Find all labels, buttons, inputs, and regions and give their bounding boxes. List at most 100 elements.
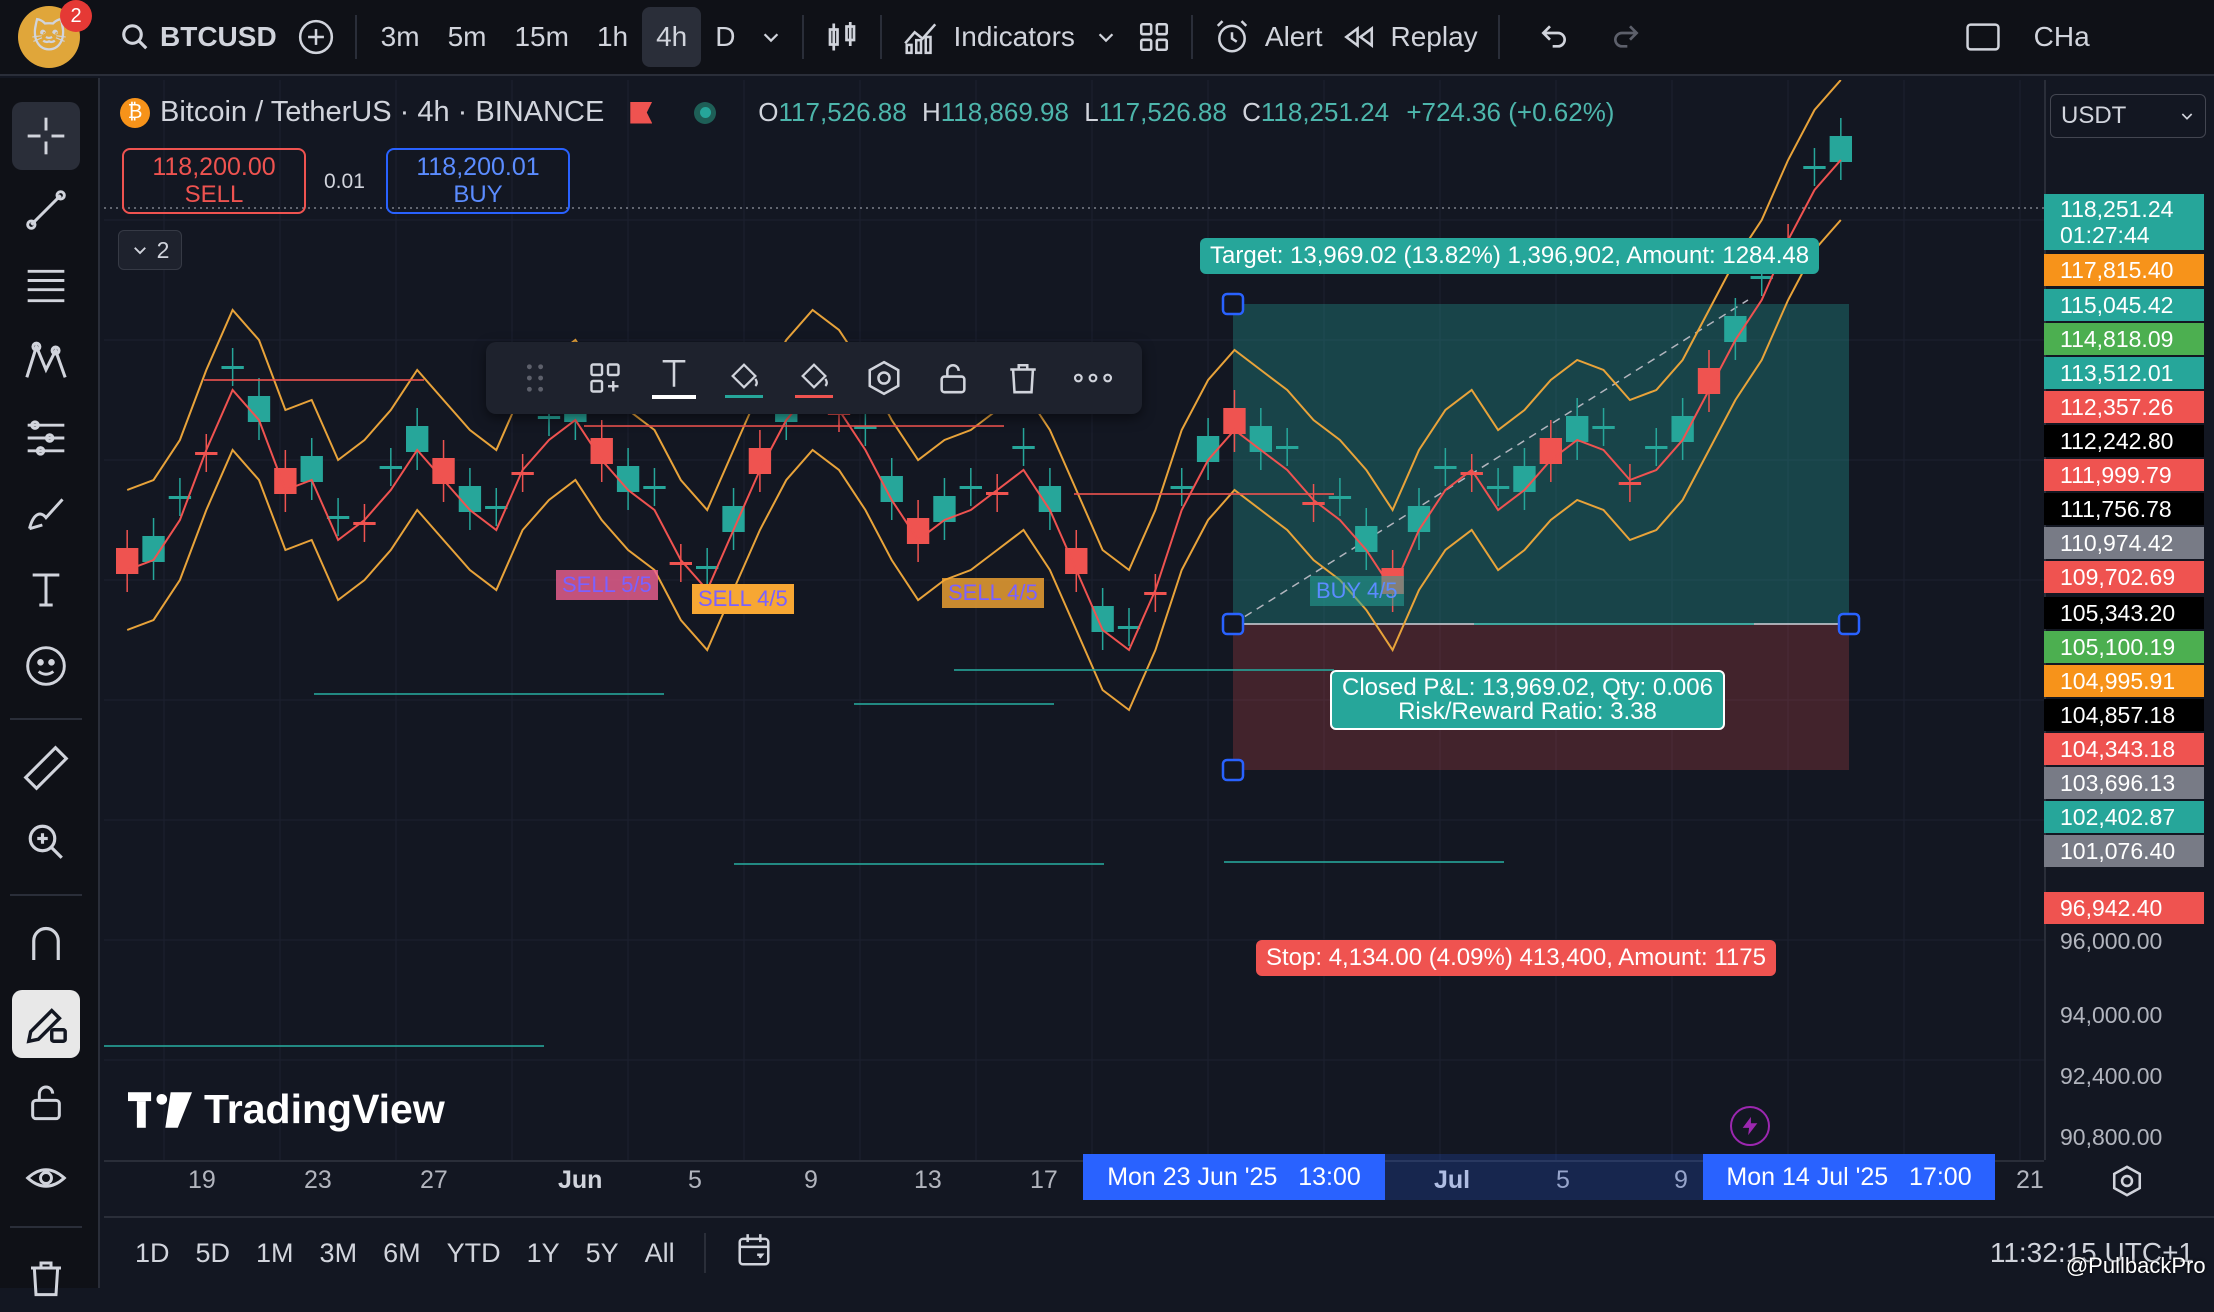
unlock-icon	[31, 1085, 61, 1121]
range-3m[interactable]: 3M	[307, 1238, 371, 1269]
closed-pnl-text: Closed P&L: 13,969.02, Qty: 0.006	[1342, 674, 1713, 701]
zoom-tool[interactable]	[12, 808, 80, 876]
more-options-button[interactable]	[1067, 352, 1119, 404]
tradingview-watermark[interactable]: TradingView	[128, 1086, 445, 1133]
replay-button[interactable]: Replay	[1332, 7, 1487, 67]
open-label: O	[758, 97, 779, 127]
price-axis-label: 109,702.69	[2044, 561, 2204, 593]
symbol-title[interactable]: Bitcoin / TetherUS · 4h · BINANCE	[160, 96, 604, 129]
axis-settings-button[interactable]	[2110, 1164, 2144, 1203]
timeframe-d[interactable]: D	[701, 7, 749, 67]
brush-tool[interactable]	[12, 480, 80, 548]
compare-symbol-button[interactable]	[287, 7, 345, 67]
crosshair-tool[interactable]	[12, 102, 80, 170]
time-tick: 17	[1030, 1166, 1058, 1194]
layout-button[interactable]	[1127, 7, 1181, 67]
buy-button[interactable]: 118,200.01 BUY	[386, 148, 570, 214]
user-avatar[interactable]: 🐱 2	[18, 0, 92, 68]
pattern-tool[interactable]	[12, 328, 80, 396]
timeframe-dropdown[interactable]	[750, 7, 792, 67]
magnet-tool[interactable]	[12, 912, 80, 980]
alert-label: Alert	[1264, 21, 1323, 52]
buy-label: BUY	[453, 181, 503, 208]
more-horizontal-icon	[1073, 373, 1113, 383]
candle-body	[511, 472, 534, 475]
trend-line-tool[interactable]	[12, 176, 80, 244]
settings-button[interactable]	[858, 352, 910, 404]
divider	[1497, 15, 1500, 59]
stay-in-drawing-mode-tool[interactable]	[12, 990, 80, 1058]
brush-icon	[28, 498, 64, 531]
candle-body	[1196, 436, 1220, 462]
clock[interactable]: 11:32:15 UTC+1 @PullbackPro	[1990, 1237, 2206, 1278]
lock-drawings-tool[interactable]	[12, 1068, 80, 1136]
range-1y[interactable]: 1Y	[514, 1238, 573, 1269]
candle-body	[1460, 472, 1483, 475]
fullscreen-button[interactable]	[1954, 7, 2012, 67]
zoom-in-icon	[28, 824, 63, 859]
stop-color-button[interactable]	[788, 352, 840, 404]
indicators-button[interactable]: Indicators	[892, 7, 1085, 67]
emoji-tool[interactable]	[12, 632, 80, 700]
fib-tool[interactable]	[12, 252, 80, 320]
candle-body	[326, 516, 350, 519]
timeframe-3m[interactable]: 3m	[367, 7, 434, 67]
indicators-dropdown[interactable]	[1085, 7, 1127, 67]
closed-pnl-label[interactable]: Closed P&L: 13,969.02, Qty: 0.006 Risk/R…	[1330, 670, 1725, 730]
delete-drawing-button[interactable]	[997, 352, 1049, 404]
alert-button[interactable]: Alert	[1203, 7, 1333, 67]
indicators-collapse-button[interactable]: 2	[118, 230, 182, 270]
timeframe-15m[interactable]: 15m	[500, 7, 582, 67]
lock-drawing-button[interactable]	[927, 352, 979, 404]
undo-button[interactable]	[1510, 7, 1598, 67]
candle-body	[1645, 446, 1668, 449]
sell-button[interactable]: 118,200.00 SELL	[122, 148, 306, 214]
ruler-tool[interactable]	[12, 734, 80, 802]
candle-body	[1566, 416, 1589, 442]
candle-body	[1328, 496, 1352, 499]
candle-body	[1355, 526, 1378, 552]
close-value: 118,251.24	[1260, 97, 1390, 127]
range-all[interactable]: All	[632, 1238, 688, 1269]
chart-type-button[interactable]	[814, 7, 870, 67]
candle-body	[959, 486, 982, 489]
lightning-button[interactable]	[1730, 1106, 1770, 1146]
goto-date-button[interactable]	[722, 1231, 786, 1276]
price-axis-label: 96,942.40	[2044, 892, 2204, 924]
divider	[703, 1233, 706, 1273]
symbol-search[interactable]: BTCUSD	[110, 7, 287, 67]
remove-drawings-tool[interactable]	[12, 1244, 80, 1312]
timeframe-5m[interactable]: 5m	[434, 7, 501, 67]
range-5y[interactable]: 5Y	[573, 1238, 632, 1269]
redo-button[interactable]	[1598, 7, 1654, 67]
price-axis-label: 115,045.42	[2044, 289, 2204, 321]
fill-color-button[interactable]	[718, 352, 770, 404]
drag-handle[interactable]	[509, 352, 561, 404]
price-axis-label: 112,242.80	[2044, 425, 2204, 457]
stop-label[interactable]: Stop: 4,134.00 (4.09%) 413,400, Amount: …	[1256, 940, 1776, 976]
range-6m[interactable]: 6M	[370, 1238, 434, 1269]
text-color-button[interactable]	[648, 352, 700, 404]
pattern-icon	[25, 341, 67, 378]
candle-body	[116, 548, 139, 574]
target-label[interactable]: Target: 13,969.02 (13.82%) 1,396,902, Am…	[1200, 238, 1820, 274]
text-icon	[32, 573, 60, 607]
range-1m[interactable]: 1M	[243, 1238, 307, 1269]
text-tool[interactable]	[12, 556, 80, 624]
range-1d[interactable]: 1D	[122, 1238, 183, 1269]
add-template-button[interactable]	[579, 352, 631, 404]
currency-select[interactable]: USDT	[2050, 94, 2206, 138]
timeframe-1h[interactable]: 1h	[583, 7, 642, 67]
chevron-down-icon	[1098, 33, 1114, 43]
forecast-tool[interactable]	[12, 404, 80, 472]
flag-icon[interactable]	[630, 101, 653, 124]
range-ytd[interactable]: YTD	[434, 1238, 514, 1269]
hide-drawings-tool[interactable]	[12, 1144, 80, 1212]
price-axis-label: 117,815.40	[2044, 254, 2204, 286]
timeframe-4h[interactable]: 4h	[642, 7, 702, 67]
topbar-right-text[interactable]: CHa	[2012, 7, 2100, 67]
candle-body	[1592, 426, 1615, 429]
drag-handle	[1837, 612, 1861, 636]
range-5d[interactable]: 5D	[183, 1238, 244, 1269]
indicator-count: 2	[156, 236, 170, 263]
